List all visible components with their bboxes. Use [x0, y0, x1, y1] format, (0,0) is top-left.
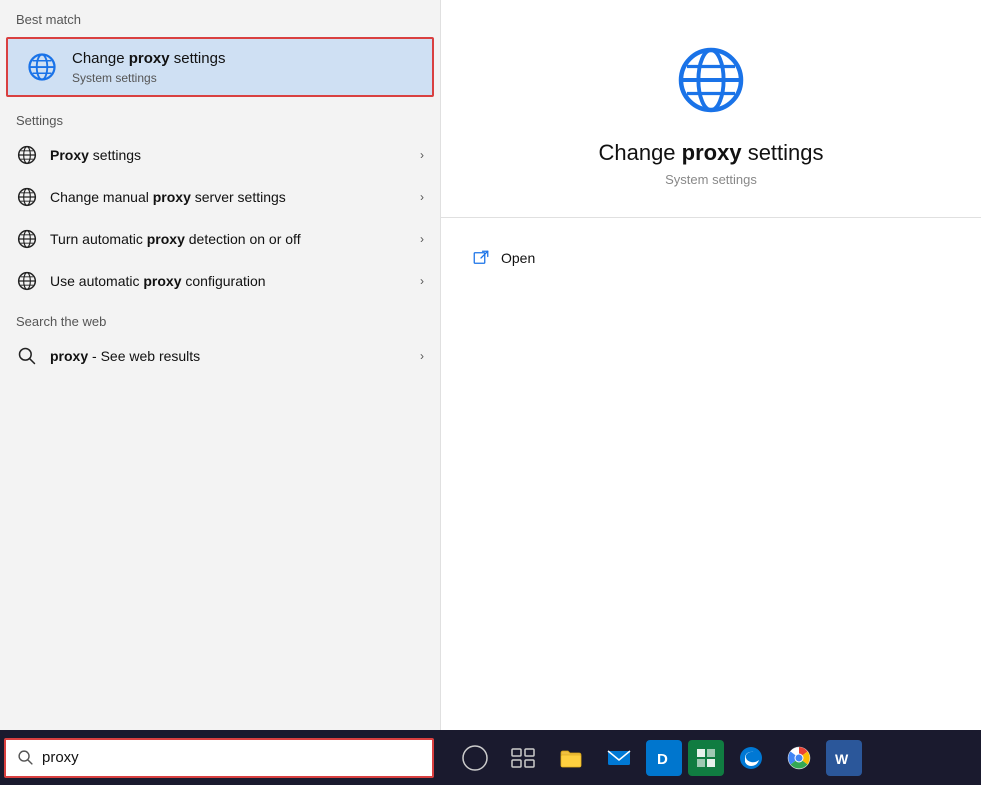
chevron-icon: ›: [420, 232, 424, 246]
taskbar-mail-icon[interactable]: [598, 737, 640, 779]
open-label: Open: [501, 250, 535, 266]
chevron-icon: ›: [420, 190, 424, 204]
taskbar-word-icon[interactable]: W: [826, 740, 862, 776]
search-results-panel: Best match Change proxy settings System …: [0, 0, 440, 730]
taskbar-search-icon: [16, 749, 34, 767]
taskbar-edge-icon[interactable]: [730, 737, 772, 779]
chevron-icon-web: ›: [420, 349, 424, 363]
best-match-title: Change proxy settings: [72, 49, 225, 69]
best-match-item[interactable]: Change proxy settings System settings: [6, 37, 434, 97]
best-match-label: Best match: [0, 0, 440, 33]
settings-item-auto-detect[interactable]: Turn automatic proxy detection on or off…: [0, 218, 440, 260]
taskbar-search-button[interactable]: [454, 737, 496, 779]
chevron-icon: ›: [420, 148, 424, 162]
chevron-icon: ›: [420, 274, 424, 288]
taskbar: proxy: [0, 730, 981, 785]
taskbar-search-bar[interactable]: proxy: [4, 738, 434, 778]
search-icon-web: [16, 345, 38, 367]
settings-label: Settings: [0, 101, 440, 134]
detail-title: Change proxy settings: [598, 140, 823, 166]
svg-text:D: D: [657, 751, 668, 768]
detail-panel: Change proxy settings System settings Op…: [440, 0, 981, 730]
globe-icon-proxy: [16, 144, 38, 166]
detail-globe-icon: [671, 40, 751, 120]
settings-text-proxy: Proxy settings: [50, 146, 412, 165]
taskbar-dell-icon[interactable]: D: [646, 740, 682, 776]
open-external-icon: [471, 248, 491, 268]
settings-item-manual-proxy[interactable]: Change manual proxy server settings ›: [0, 176, 440, 218]
settings-text-auto: Turn automatic proxy detection on or off: [50, 230, 412, 249]
svg-text:W: W: [835, 751, 849, 767]
globe-icon-auto: [16, 228, 38, 250]
taskbar-taskview-icon[interactable]: [502, 737, 544, 779]
settings-item-proxy[interactable]: Proxy settings ›: [0, 134, 440, 176]
taskbar-app1-icon[interactable]: [688, 740, 724, 776]
taskbar-file-explorer-icon[interactable]: [550, 737, 592, 779]
globe-icon: [24, 49, 60, 85]
globe-icon-manual: [16, 186, 38, 208]
best-match-subtitle: System settings: [72, 71, 225, 85]
web-query-text: proxy - See web results: [50, 348, 412, 364]
globe-icon-config: [16, 270, 38, 292]
open-link[interactable]: Open: [441, 238, 981, 278]
divider: [441, 217, 981, 218]
detail-subtitle: System settings: [665, 172, 757, 187]
taskbar-search-value[interactable]: proxy: [42, 749, 422, 766]
settings-item-auto-config[interactable]: Use automatic proxy configuration ›: [0, 260, 440, 302]
settings-text-manual: Change manual proxy server settings: [50, 188, 412, 207]
settings-text-config: Use automatic proxy configuration: [50, 272, 412, 291]
web-search-item[interactable]: proxy - See web results ›: [0, 335, 440, 377]
taskbar-app-icons: D: [444, 737, 981, 779]
taskbar-chrome-icon[interactable]: [778, 737, 820, 779]
web-search-label: Search the web: [0, 302, 440, 335]
